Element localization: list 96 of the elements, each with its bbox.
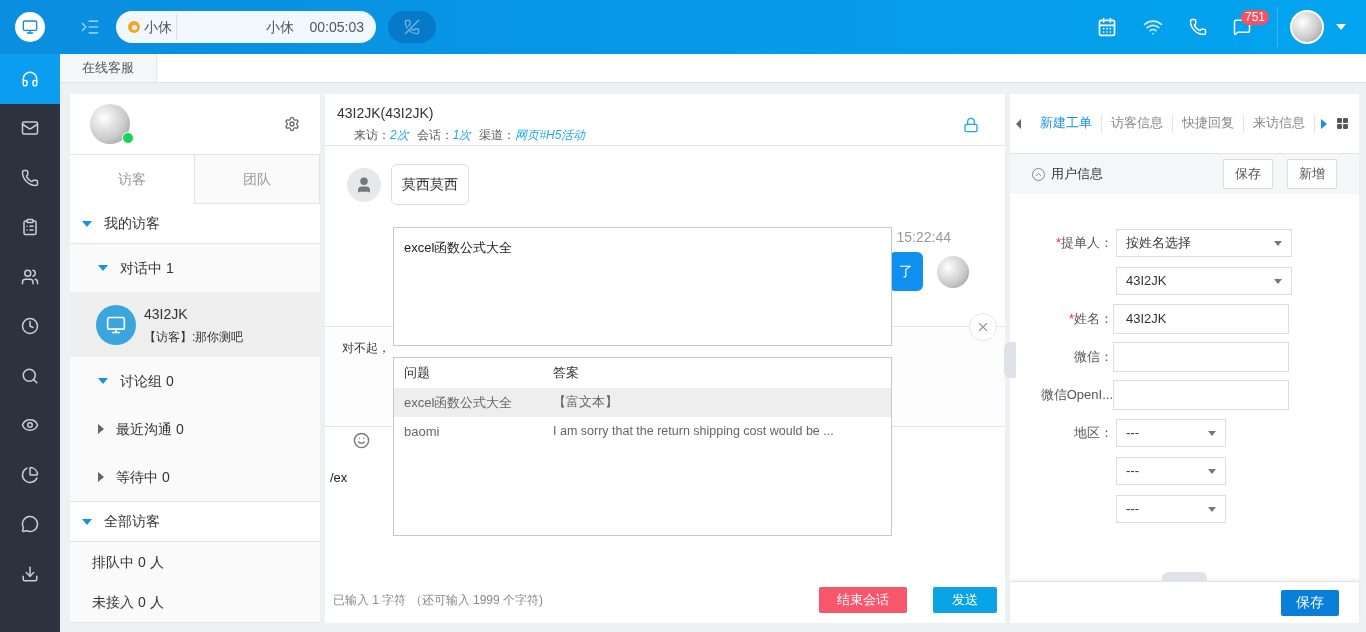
caret-icon	[98, 424, 104, 434]
select-field[interactable]: ---	[1116, 419, 1226, 447]
close-button[interactable]	[969, 313, 997, 341]
page-tab[interactable]: 在线客服	[60, 54, 157, 82]
hangup-icon	[404, 19, 420, 35]
field-label: 微信：	[1074, 348, 1113, 367]
field-label: 微信OpenI...	[1040, 386, 1113, 405]
field-label: 提单人：	[1061, 234, 1113, 253]
save-button[interactable]: 保存	[1281, 589, 1339, 616]
add-button[interactable]: 新增	[1287, 159, 1337, 189]
user-avatar-icon	[347, 167, 381, 202]
expand-handle[interactable]	[1162, 572, 1207, 582]
panel-tab[interactable]: 来访信息	[1244, 114, 1315, 133]
monitor-avatar-icon	[96, 304, 136, 345]
unread-badge: 751	[1241, 10, 1270, 25]
select-field[interactable]: 43I2JK	[1116, 267, 1292, 295]
search-icon	[21, 366, 39, 385]
queue-item[interactable]: 排队中 0 人	[70, 542, 320, 582]
scroll-right-icon[interactable]	[1321, 118, 1327, 129]
subgroup-header[interactable]: 最近沟通 0	[70, 405, 320, 453]
field-label: 地区：	[1074, 424, 1113, 443]
suggestion-row[interactable]: excel函数公式大全 【富文本】	[394, 388, 891, 417]
caret-icon	[98, 472, 104, 482]
scroll-left-icon[interactable]	[1016, 118, 1021, 129]
monitor-icon[interactable]	[15, 12, 45, 42]
status-pill[interactable]: 小休 小休 00:05:03	[116, 11, 376, 43]
phone-icon	[21, 168, 39, 187]
close-icon	[976, 320, 990, 334]
phone-icon[interactable]	[1189, 18, 1207, 36]
menu-icon[interactable]	[80, 17, 100, 37]
wifi-icon[interactable]	[1143, 17, 1163, 37]
calendar-icon[interactable]	[1097, 17, 1117, 37]
caret-icon[interactable]	[1336, 24, 1346, 30]
emoji-icon[interactable]	[353, 432, 370, 449]
headset-icon	[21, 69, 39, 88]
pie-chart-icon	[21, 465, 39, 484]
avatar-icon	[1290, 10, 1324, 44]
caret-icon	[98, 378, 108, 384]
clock-icon	[21, 317, 39, 336]
lock-icon[interactable]	[963, 117, 979, 133]
online-check-icon	[122, 132, 134, 144]
subgroup-header[interactable]: 对话中 1	[70, 244, 320, 292]
avatar-icon	[90, 104, 130, 144]
message-time: 15:22:44	[896, 228, 951, 247]
panel-tab[interactable]: 访客信息	[1102, 114, 1173, 133]
char-counter: 已输入 1 字符 （还可输入 1999 个字符)	[333, 591, 544, 609]
timer: 00:05:03	[309, 17, 364, 37]
status-detail: 小休	[265, 17, 294, 37]
suggestion-row[interactable]: baomi I am sorry that the return shipping cost would be ...	[394, 417, 891, 446]
subgroup-header[interactable]: 等待中 0	[70, 453, 320, 501]
stat-value: 2次	[390, 127, 409, 144]
stat-label: 渠道：	[479, 127, 516, 144]
grid-icon[interactable]	[1336, 117, 1349, 130]
input-field[interactable]	[1113, 380, 1289, 410]
collapse-handle[interactable]	[1004, 342, 1016, 378]
visitor-item[interactable]: 43I2JK 【访客】:那你测吧	[70, 292, 320, 357]
column-header: 答案	[553, 364, 579, 383]
message-input[interactable]: /ex	[330, 470, 348, 485]
clipboard-icon	[21, 218, 39, 237]
avatar-icon	[937, 255, 969, 288]
visitor-preview: 【访客】:那你测吧	[144, 328, 244, 346]
stat-label: 来访：	[354, 127, 390, 144]
required-mark: *	[1068, 310, 1074, 329]
mail-icon	[21, 119, 39, 138]
save-button[interactable]: 保存	[1223, 159, 1273, 189]
caret-icon	[82, 220, 92, 227]
select-field[interactable]: ---	[1116, 457, 1226, 485]
chat-title: 43I2JK(43I2JK)	[337, 104, 435, 123]
status-dot-icon	[128, 21, 140, 33]
settings-icon[interactable]	[284, 116, 300, 132]
reply-preview: excel函数公式大全	[393, 227, 892, 346]
input-field[interactable]: 43I2JK	[1113, 304, 1289, 334]
message-bubble: 莫西莫西	[391, 164, 469, 205]
field-label: 姓名：	[1074, 310, 1113, 329]
chat-icon	[21, 515, 39, 534]
caret-icon	[98, 265, 108, 271]
stat-label: 会话：	[416, 127, 453, 144]
subgroup-header[interactable]: 讨论组 0	[70, 357, 320, 405]
robot-reply: 对不起，	[342, 341, 390, 355]
hangup-button[interactable]	[388, 11, 436, 43]
required-mark: *	[1055, 234, 1061, 253]
select-field[interactable]: 按姓名选择	[1116, 229, 1292, 257]
stat-value: 1次	[452, 127, 472, 144]
select-field[interactable]: ---	[1116, 495, 1226, 523]
section-title: 用户信息	[1051, 165, 1103, 184]
visitor-name: 43I2JK	[144, 304, 189, 324]
users-icon	[21, 267, 39, 286]
download-icon	[21, 564, 39, 583]
column-header: 问题	[404, 364, 431, 383]
panel-tab[interactable]: 新建工单	[1031, 114, 1102, 133]
status-label: 小休	[144, 17, 172, 37]
caret-icon	[82, 518, 92, 525]
input-field[interactable]	[1113, 342, 1289, 372]
stat-value: 网页#H5活动	[515, 127, 586, 144]
panel-tab[interactable]: 快捷回复	[1173, 114, 1244, 133]
queue-item[interactable]: 未接入 0 人	[70, 582, 320, 622]
